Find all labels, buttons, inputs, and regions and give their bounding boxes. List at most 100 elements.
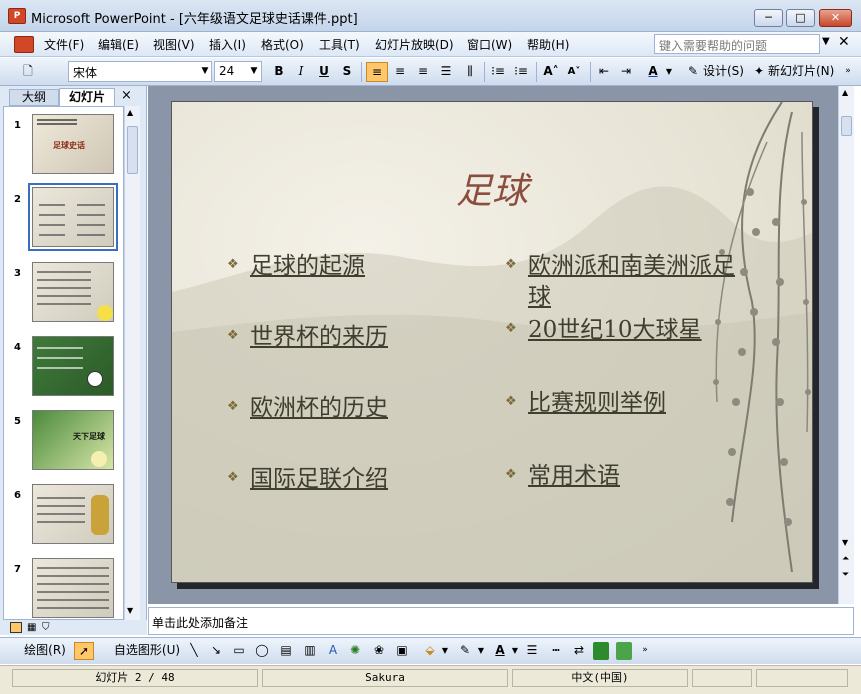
menu-edit[interactable]: 编辑(E) (98, 36, 139, 53)
font-name-dropdown-icon[interactable]: ▼ (199, 62, 211, 82)
3d-style-icon[interactable] (616, 642, 632, 660)
bold-button[interactable]: B (270, 62, 288, 82)
design-icon[interactable]: ✎ (685, 62, 701, 82)
slide-thumbnail-1[interactable]: 足球史话 (32, 114, 114, 174)
thumbnails-scrollbar[interactable]: ▲ ▼ (124, 106, 140, 620)
menu-format[interactable]: 格式(O) (261, 36, 304, 53)
slide-sorter-icon[interactable]: ▦ (27, 622, 36, 633)
design-button[interactable]: 设计(S) (703, 62, 745, 82)
slideshow-icon[interactable]: ⛉ (42, 622, 50, 633)
minimize-button[interactable]: ─ (754, 9, 783, 27)
drawing-toolbar-options-icon[interactable]: » (640, 642, 650, 660)
bullet-link-fifa[interactable]: 国际足联介绍 (250, 459, 388, 493)
bullet-link-world-cup[interactable]: 世界杯的来历 (250, 317, 388, 351)
slide[interactable]: 足球 ❖ 足球的起源 ❖ 世界杯的来历 ❖ 欧洲杯的历史 ❖ 国际足联介绍 ❖ … (171, 101, 813, 583)
menu-tools[interactable]: 工具(T) (319, 36, 360, 53)
bullets-icon[interactable]: ⁝≡ (511, 62, 531, 82)
scroll-down-icon[interactable]: ▼ (842, 538, 848, 547)
slide-scrollbar[interactable]: ▲ ▼ ⏶ ⏷ (838, 86, 854, 604)
textbox-tool-icon[interactable]: ▤ (277, 642, 295, 660)
align-center-button[interactable]: ≡ (390, 62, 410, 82)
autoshapes-button[interactable]: 自选图形(U) (104, 642, 190, 660)
powerpoint-app-icon[interactable]: P (8, 8, 26, 24)
slide-thumbnail-5[interactable]: 天下足球 (32, 410, 114, 470)
decrease-indent-icon[interactable]: ⇤ (594, 62, 614, 82)
align-right-button[interactable]: ≡ (413, 62, 433, 82)
wordart-icon[interactable]: A (324, 642, 342, 660)
maximize-button[interactable]: □ (786, 9, 815, 27)
menu-file[interactable]: 文件(F) (44, 36, 84, 53)
tab-outline[interactable]: 大纲 (9, 89, 59, 106)
select-pointer-icon[interactable]: ➚ (74, 642, 94, 660)
shadow-button[interactable]: S (338, 62, 356, 82)
scroll-up-icon[interactable]: ▲ (842, 88, 848, 97)
scroll-thumb[interactable] (127, 126, 138, 174)
pane-close-button[interactable]: × (121, 88, 132, 103)
next-slide-icon[interactable]: ⏷ (842, 570, 849, 580)
italic-button[interactable]: I (292, 62, 310, 82)
underline-button[interactable]: U (315, 62, 333, 82)
help-search-input[interactable]: 键入需要帮助的问题 (654, 34, 820, 54)
slide-title[interactable]: 足球 (322, 162, 662, 214)
new-slide-icon[interactable]: ✦ (751, 62, 767, 82)
menu-view[interactable]: 视图(V) (153, 36, 195, 53)
scroll-thumb[interactable] (841, 116, 852, 136)
new-document-icon[interactable]: 🗋 (18, 62, 38, 82)
notes-pane[interactable]: 单击此处添加备注 (148, 607, 854, 635)
numbering-icon[interactable]: ⁝≡ (488, 62, 508, 82)
normal-view-icon[interactable] (10, 622, 22, 633)
diagram-icon[interactable]: ✺ (346, 642, 364, 660)
bullet-link-euro-vs-south-america[interactable]: 欧洲派和南美洲派足 (528, 246, 735, 280)
insert-picture-icon[interactable]: ▣ (393, 642, 411, 660)
increase-indent-icon[interactable]: ⇥ (616, 62, 636, 82)
oval-tool-icon[interactable]: ◯ (253, 642, 271, 660)
bullet-link-euro-cup[interactable]: 欧洲杯的历史 (250, 388, 388, 422)
font-color-draw-dropdown-icon[interactable]: ▼ (510, 642, 520, 660)
menu-insert[interactable]: 插入(I) (209, 36, 246, 53)
arrow-style-icon[interactable]: ⇄ (570, 642, 588, 660)
font-size-dropdown-icon[interactable]: ▼ (248, 62, 260, 82)
justify-button[interactable]: ☰ (436, 62, 456, 82)
bullet-link-origin[interactable]: 足球的起源 (250, 246, 365, 280)
new-slide-button[interactable]: 新幻灯片(N) (768, 62, 838, 82)
line-color-icon[interactable]: ✎ (455, 642, 475, 660)
scroll-down-icon[interactable]: ▼ (127, 606, 133, 615)
fill-color-icon[interactable]: ⬙ (420, 642, 440, 660)
font-name-select[interactable]: 宋体 (68, 61, 212, 82)
menu-help[interactable]: 帮助(H) (527, 36, 569, 53)
close-button[interactable]: ✕ (819, 9, 852, 27)
draw-menu-button[interactable]: 绘图(R) (18, 642, 72, 660)
dash-style-icon[interactable]: ┅ (547, 642, 565, 660)
font-color-draw-icon[interactable]: A (490, 642, 510, 660)
bullet-link-terms[interactable]: 常用术语 (528, 456, 620, 490)
help-dropdown-icon[interactable]: ▼ (822, 36, 830, 47)
shadow-style-icon[interactable] (593, 642, 609, 660)
menu-window[interactable]: 窗口(W) (467, 36, 512, 53)
fill-color-dropdown-icon[interactable]: ▼ (440, 642, 450, 660)
increase-font-size-button[interactable]: A˄ (540, 62, 562, 82)
distribute-icon[interactable]: ⫼ (460, 62, 480, 82)
scroll-up-icon[interactable]: ▲ (127, 108, 133, 117)
toolbar-options-icon[interactable]: » (842, 62, 854, 82)
tab-slides[interactable]: 幻灯片 (59, 88, 115, 106)
vertical-textbox-icon[interactable]: ▥ (301, 642, 319, 660)
bullet-link-rules[interactable]: 比赛规则举例 (528, 383, 666, 417)
clipart-icon[interactable]: ❀ (370, 642, 388, 660)
line-color-dropdown-icon[interactable]: ▼ (476, 642, 486, 660)
arrow-tool-icon[interactable]: ↘ (208, 642, 224, 660)
slide-thumbnail-7[interactable] (32, 558, 114, 618)
slide-thumbnail-2[interactable] (32, 187, 114, 247)
font-color-button[interactable]: A (643, 62, 663, 82)
align-left-button[interactable]: ≡ (366, 62, 388, 82)
slide-thumbnail-6[interactable] (32, 484, 114, 544)
rectangle-tool-icon[interactable]: ▭ (230, 642, 248, 660)
decrease-font-size-button[interactable]: A˅ (563, 62, 585, 82)
bullet-link-euro-vs-south-america-line2[interactable]: 球 (528, 277, 551, 311)
menu-slideshow[interactable]: 幻灯片放映(D) (375, 36, 454, 53)
document-icon[interactable] (14, 36, 34, 53)
slide-thumbnail-3[interactable] (32, 262, 114, 322)
line-tool-icon[interactable]: ╲ (186, 642, 202, 660)
close-document-icon[interactable]: ✕ (838, 34, 850, 50)
bullet-link-top-stars[interactable]: 20世纪10大球星 (528, 310, 702, 344)
previous-slide-icon[interactable]: ⏶ (842, 554, 849, 564)
